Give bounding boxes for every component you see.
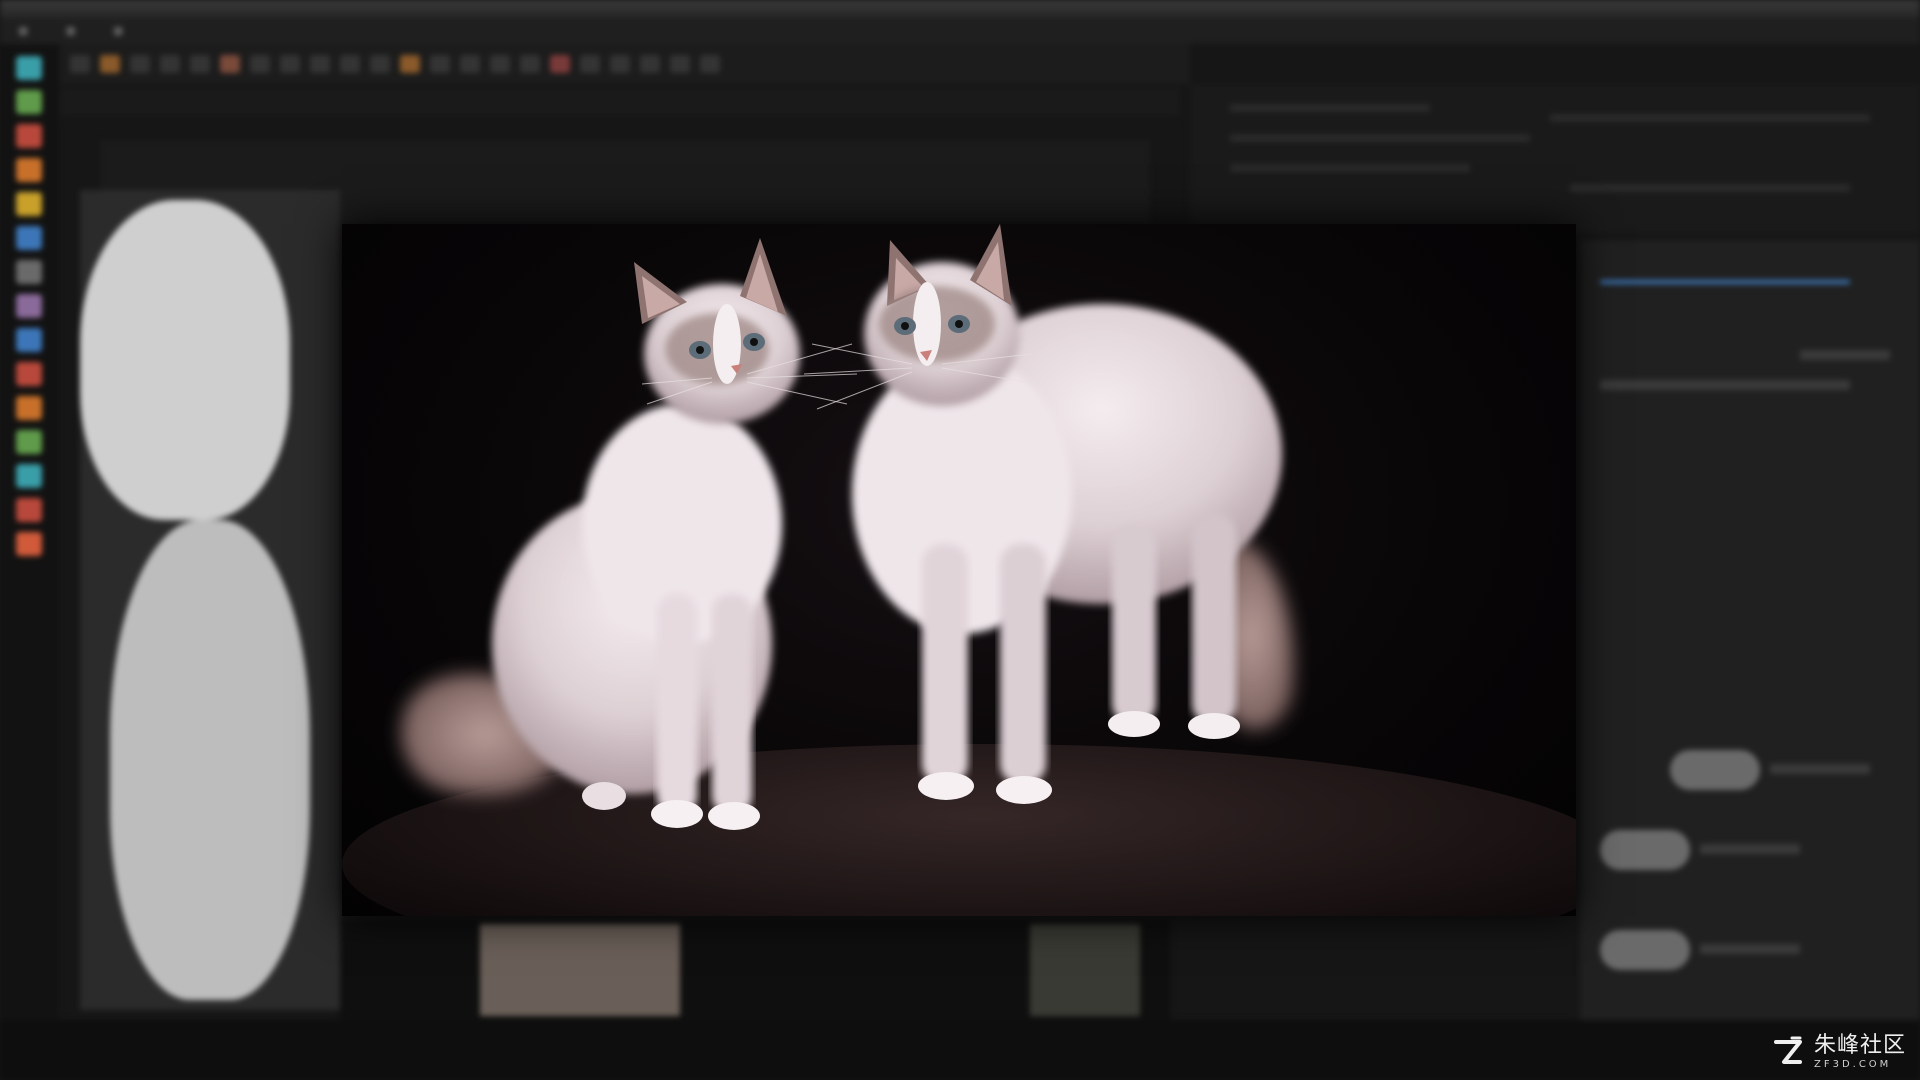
toolbar-button[interactable] [400,55,420,73]
toolbar-button[interactable] [370,55,390,73]
network-param-row [1800,350,1890,360]
timeline-bar [0,1020,1920,1080]
shelf-tool-icon[interactable] [16,498,42,522]
toolbar-button[interactable] [130,55,150,73]
toolbar-button[interactable] [280,55,300,73]
graph-node[interactable] [1670,750,1760,790]
toolbar-button[interactable] [640,55,660,73]
watermark-brand: 朱峰社区 [1813,1032,1906,1058]
filmstrip-frame[interactable] [480,924,680,1016]
secondary-toolbar [60,88,1180,116]
reference-image-column [80,190,340,1010]
shelf-tool-icon[interactable] [16,90,42,114]
shelf-tool-icon[interactable] [16,124,42,148]
toolbar-button[interactable] [490,55,510,73]
toolbar-button[interactable] [310,55,330,73]
shelf-tool-icon[interactable] [16,430,42,454]
toolbar-button[interactable] [190,55,210,73]
toolbar-button[interactable] [610,55,630,73]
menu-bar: ■ ■ ■ [0,18,1920,44]
shelf-tool-icon[interactable] [16,192,42,216]
shelf-tool-icon[interactable] [16,532,42,556]
sitting-cat [401,238,858,830]
graph-node[interactable] [1600,930,1690,970]
toolbar-button[interactable] [670,55,690,73]
network-param-row [1600,380,1850,390]
toolbar-button[interactable] [430,55,450,73]
title-bar [0,0,1920,19]
reference-cat-thumbnail [80,200,290,520]
shelf-tool-icon[interactable] [16,464,42,488]
main-toolbar [60,44,1190,84]
menu-placeholder: ■ [18,24,29,37]
shelf-tool-icon[interactable] [16,260,42,284]
parameter-row[interactable] [1230,164,1470,172]
filmstrip-frame[interactable] [1030,924,1140,1016]
shelf-tool-icon[interactable] [16,362,42,386]
watermark: 朱峰社区 ZF3D.COM [1770,1034,1906,1070]
toolbar-button[interactable] [460,55,480,73]
shelf-tool-icon[interactable] [16,226,42,250]
toolbar-button[interactable] [70,55,90,73]
graph-node[interactable] [1600,830,1690,870]
watermark-text: 朱峰社区 ZF3D.COM [1813,1032,1906,1070]
parameter-row[interactable] [1550,114,1870,122]
shelf-tool-icon[interactable] [16,56,42,80]
reference-filmstrip [340,920,1170,1020]
shelf-tool-icon[interactable] [16,158,42,182]
graph-node-label [1770,764,1870,774]
zf-logo-icon [1773,1036,1802,1064]
toolbar-button[interactable] [100,55,120,73]
render-viewer-image [342,224,1576,916]
network-param-row [1600,280,1850,284]
node-network-panel [1580,240,1920,1030]
toolbar-button[interactable] [340,55,360,73]
toolbar-button[interactable] [550,55,570,73]
parameter-row[interactable] [1570,184,1850,192]
toolbar-button[interactable] [250,55,270,73]
toolbar-button[interactable] [520,55,540,73]
parameter-row[interactable] [1230,104,1430,112]
toolbar-button[interactable] [580,55,600,73]
toolbar-button[interactable] [700,55,720,73]
toolbar-button[interactable] [220,55,240,73]
shelf-tool-icon[interactable] [16,396,42,420]
menu-placeholder: ■ [113,24,124,37]
reference-cat-thumbnail [110,520,310,1000]
parameter-panel [1190,84,1920,234]
shelf-sidebar [0,44,58,1034]
shelf-tool-icon[interactable] [16,294,42,318]
graph-node-label [1700,944,1800,954]
watermark-site: ZF3D.COM [1813,1058,1892,1070]
menu-placeholder: ■ [65,24,76,37]
parameter-row[interactable] [1230,134,1530,142]
standing-cat [803,224,1294,804]
shelf-tool-icon[interactable] [16,328,42,352]
graph-node-label [1700,844,1800,854]
toolbar-button[interactable] [160,55,180,73]
